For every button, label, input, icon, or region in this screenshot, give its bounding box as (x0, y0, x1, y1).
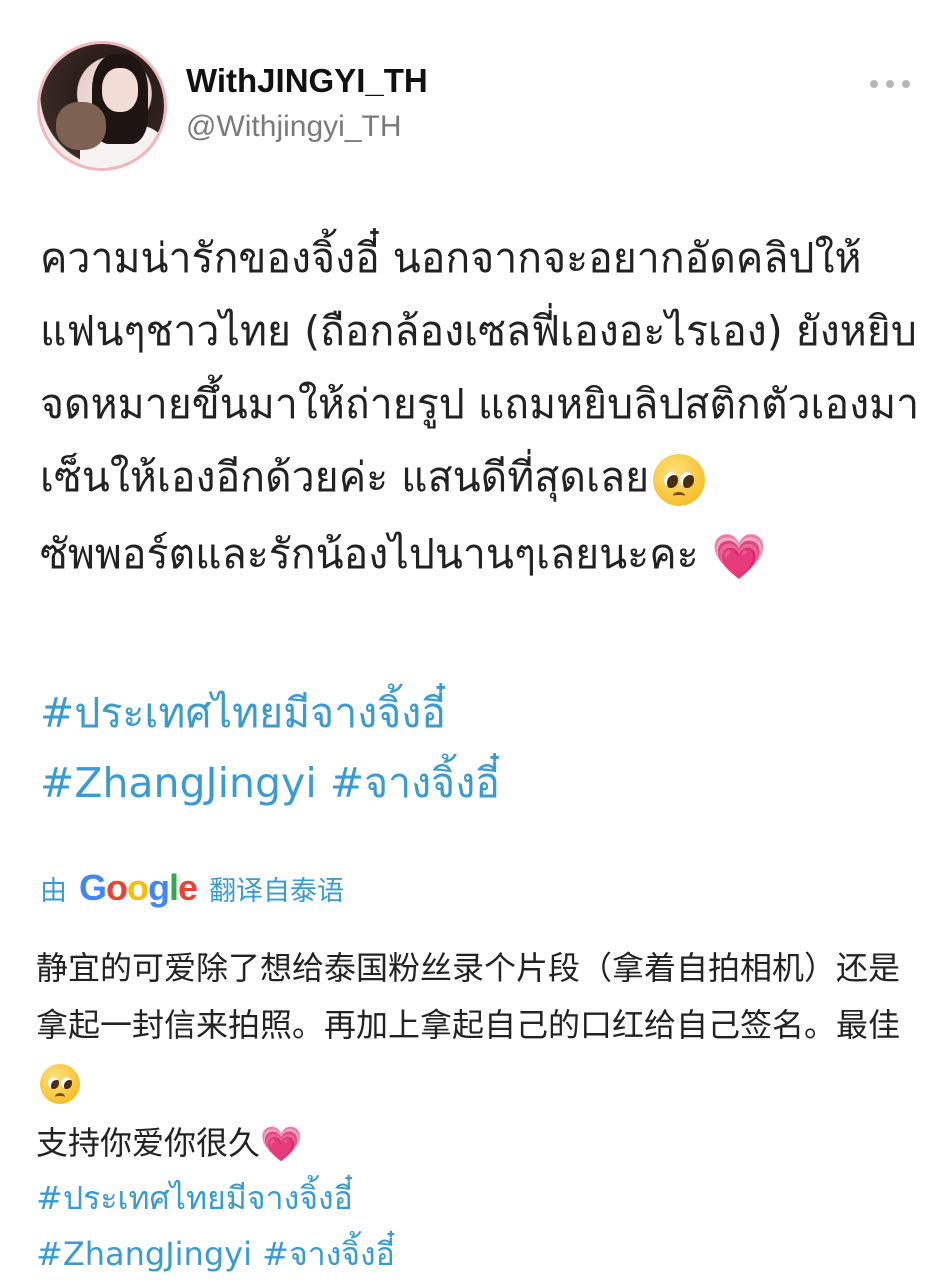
hashtag-link[interactable]: #ประเทศไทยมีจางจิ้งอี๋ (36, 1179, 353, 1217)
hashtag-link[interactable]: #จางจิ้งอี๋ (262, 1235, 395, 1273)
translated-by-google[interactable]: 由 Google 翻译自泰语 (40, 866, 344, 910)
growing-heart-icon: 💗 (711, 531, 767, 583)
growing-heart-icon: 💗 (260, 1124, 303, 1165)
translation-hashtags: #ประเทศไทยมีจางจิ้งอี๋ #ZhangJingyi #จาง… (36, 1170, 916, 1282)
hashtag-link[interactable]: #ประเทศไทยมีจางจิ้งอี๋ (40, 689, 446, 737)
translation-paragraph-1-text: 静宜的可爱除了想给泰国粉丝录个片段（拿着自拍相机）还是拿起一封信来拍照。再加上拿… (36, 949, 901, 1044)
translation-paragraph-1: 静宜的可爱除了想给泰国粉丝录个片段（拿着自拍相机）还是拿起一封信来拍照。再加上拿… (36, 940, 916, 1111)
more-options-icon[interactable] (870, 74, 910, 94)
user-handle[interactable]: @Withjingyi_TH (186, 110, 402, 144)
translation-paragraph-2: 支持你爱你很久💗 (36, 1115, 916, 1174)
tweet-paragraph-2-text: ซัพพอร์ตและรักน้องไปนานๆเลยนะคะ (40, 530, 712, 578)
translate-suffix: 翻译自泰语 (209, 875, 345, 907)
translated-text: 静宜的可爱除了想给泰国粉丝录个片段（拿着自拍相机）还是拿起一封信来拍照。再加上拿… (36, 940, 916, 1174)
tweet-paragraph-2: ซัพพอร์ตและรักน้องไปนานๆเลยนะคะ 💗 (40, 518, 920, 594)
avatar[interactable] (40, 44, 164, 168)
tweet-header: WithJINGYI_TH @Withjingyi_TH (40, 44, 910, 174)
hashtag-link[interactable]: #จางจิ้งอี๋ (330, 759, 500, 807)
hashtag-link[interactable]: #ZhangJingyi (40, 759, 317, 807)
translation-paragraph-2-text: 支持你爱你很久 (36, 1124, 261, 1162)
tweet-hashtags: #ประเทศไทยมีจางจิ้งอี๋ #ZhangJingyi #จาง… (40, 678, 920, 818)
tweet-paragraph-1-text: ความน่ารักของจิ้งอี๋ นอกจากจะอยากอัดคลิป… (40, 234, 920, 501)
google-logo: Google (79, 867, 198, 908)
translate-prefix: 由 (40, 875, 67, 907)
display-name[interactable]: WithJINGYI_TH (186, 62, 428, 100)
tweet-paragraph-1: ความน่ารักของจิ้งอี๋ นอกจากจะอยากอัดคลิป… (40, 222, 920, 514)
hashtag-link[interactable]: #ZhangJingyi (36, 1235, 252, 1273)
pleading-face-icon (40, 1064, 80, 1104)
pleading-face-icon (653, 454, 706, 506)
tweet-text: ความน่ารักของจิ้งอี๋ นอกจากจะอยากอัดคลิป… (40, 222, 920, 594)
